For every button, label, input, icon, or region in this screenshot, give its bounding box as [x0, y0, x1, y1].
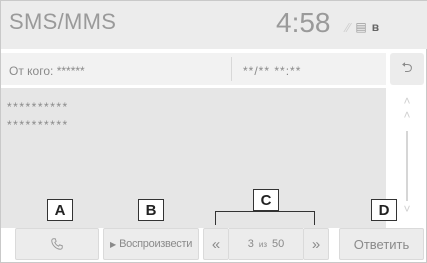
from-row: От кого: ****** **/** **:** — [1, 53, 386, 85]
status-icons: ∕∕ ▤ ʙ — [346, 19, 379, 35]
chevron-up-icon: ˄ ˄ — [403, 94, 411, 122]
sms-screen: SMS/MMS 4:58 ∕∕ ▤ ʙ От кого: ****** **/*… — [0, 0, 427, 263]
chevron-down-icon: ˅ — [403, 202, 411, 216]
header-bar: SMS/MMS 4:58 ∕∕ ▤ ʙ — [1, 1, 427, 49]
callout-d: D — [371, 199, 397, 221]
next-message-button[interactable]: » — [303, 228, 329, 260]
callout-b: B — [138, 199, 164, 221]
scroll-up-button[interactable]: ˄ ˄ — [393, 91, 421, 125]
page-total: 50 — [272, 238, 285, 250]
antenna-icon: ∕∕ — [346, 19, 351, 35]
divider — [231, 57, 232, 81]
phone-icon — [51, 238, 63, 250]
previous-message-button[interactable]: « — [203, 228, 229, 260]
scroll-track[interactable] — [406, 131, 408, 201]
callout-a: A — [47, 199, 73, 221]
back-button[interactable]: ⮌ — [390, 53, 424, 85]
from-value: ****** — [56, 64, 85, 78]
clock: 4:58 — [276, 7, 331, 38]
reply-button[interactable]: Ответить — [339, 228, 424, 260]
message-body-line: ********** — [7, 100, 69, 114]
page-current: 3 — [247, 238, 254, 250]
from-field: От кого: ****** — [9, 64, 85, 78]
scroll-down-button[interactable]: ˅ — [393, 197, 421, 221]
play-button[interactable]: ▶ Воспроизвести — [103, 228, 199, 260]
page-of: из — [258, 239, 267, 249]
screen-title: SMS/MMS — [9, 9, 117, 34]
bluetooth-icon: ʙ — [371, 20, 380, 34]
message-datetime: **/** **:** — [243, 64, 302, 78]
call-button[interactable] — [15, 228, 99, 260]
back-arrow-icon: ⮌ — [401, 59, 413, 75]
from-label: От кого: — [9, 64, 54, 78]
callout-c: C — [253, 189, 279, 211]
callout-c-bracket — [215, 211, 315, 225]
play-icon: ▶ — [109, 239, 117, 249]
play-label: Воспроизвести — [119, 238, 193, 250]
message-body-line: ********** — [7, 118, 69, 132]
scrollbar[interactable]: ˄ ˄ ˅ — [393, 91, 421, 221]
phone-battery-icon: ▤ — [355, 20, 367, 34]
message-pager: 3 из 50 — [229, 228, 303, 260]
